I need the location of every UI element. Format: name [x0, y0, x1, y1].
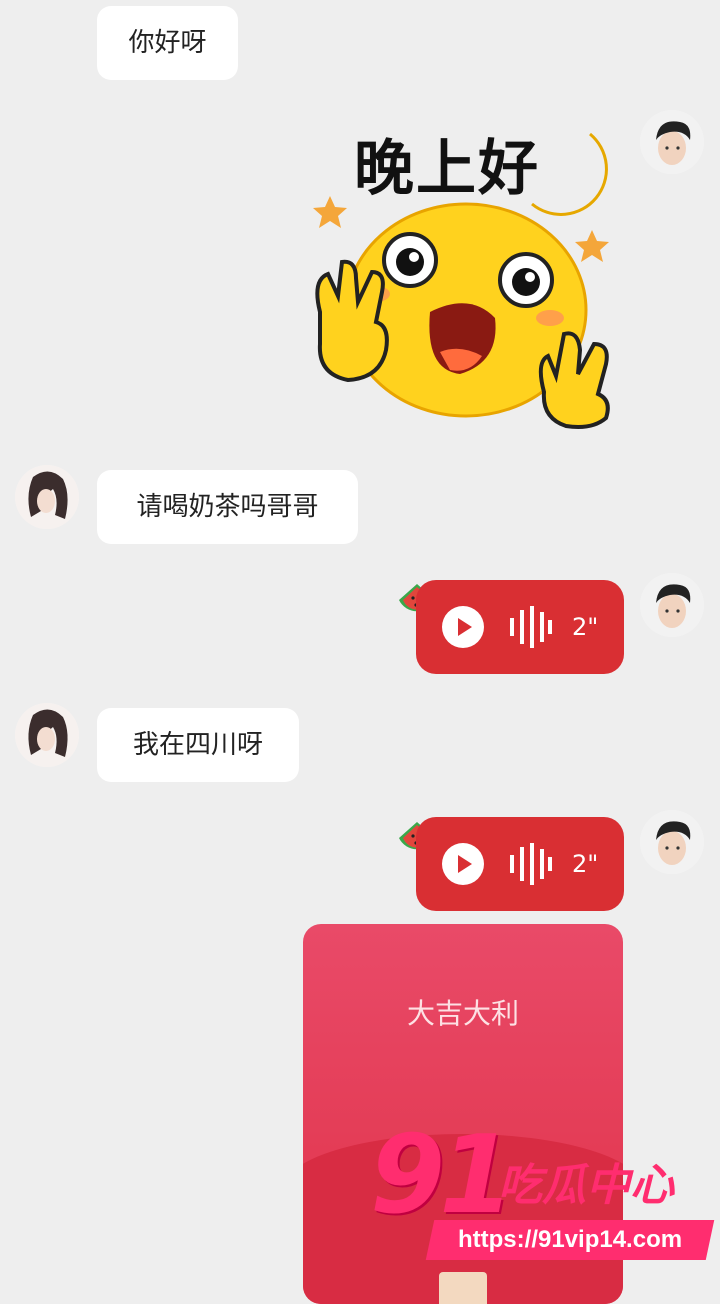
- avatar-icon: [640, 810, 704, 874]
- contact-avatar[interactable]: [15, 465, 79, 529]
- message-bubble-location[interactable]: 我在四川呀: [97, 708, 299, 782]
- user-avatar[interactable]: [640, 810, 704, 874]
- sound-wave-icon: [510, 606, 552, 648]
- avatar-icon: [640, 573, 704, 637]
- voice-message-1[interactable]: 2": [416, 580, 624, 674]
- user-avatar[interactable]: [640, 110, 704, 174]
- play-icon[interactable]: [442, 606, 484, 648]
- voice-message-2[interactable]: 2": [416, 817, 624, 911]
- sticker-message[interactable]: 晚上好: [300, 112, 620, 430]
- voice-duration: 2": [572, 613, 599, 641]
- red-packet-open-button[interactable]: [439, 1272, 487, 1304]
- message-text: 请喝奶茶吗哥哥: [136, 492, 319, 522]
- sticker-text: 晚上好: [354, 134, 540, 204]
- red-packet-greeting: 大吉大利: [406, 997, 519, 1030]
- watermark: 91 吃瓜中心 https://91vip14.com: [370, 1122, 715, 1272]
- message-text: 我在四川呀: [132, 730, 263, 760]
- message-text: 你好呀: [128, 28, 207, 58]
- contact-avatar[interactable]: [15, 703, 79, 767]
- watermark-brand: 吃瓜中心: [498, 1160, 674, 1211]
- watermark-url: https://91vip14.com: [425, 1220, 715, 1260]
- avatar-icon: [15, 465, 79, 529]
- message-bubble-milk-tea[interactable]: 请喝奶茶吗哥哥: [97, 470, 358, 544]
- watermark-number: 91: [370, 1113, 514, 1238]
- message-bubble-greeting[interactable]: 你好呀: [97, 6, 238, 80]
- user-avatar[interactable]: [640, 573, 704, 637]
- avatar-icon: [15, 703, 79, 767]
- play-icon[interactable]: [442, 843, 484, 885]
- avatar-icon: [640, 110, 704, 174]
- voice-duration: 2": [572, 850, 599, 878]
- sound-wave-icon: [510, 843, 552, 885]
